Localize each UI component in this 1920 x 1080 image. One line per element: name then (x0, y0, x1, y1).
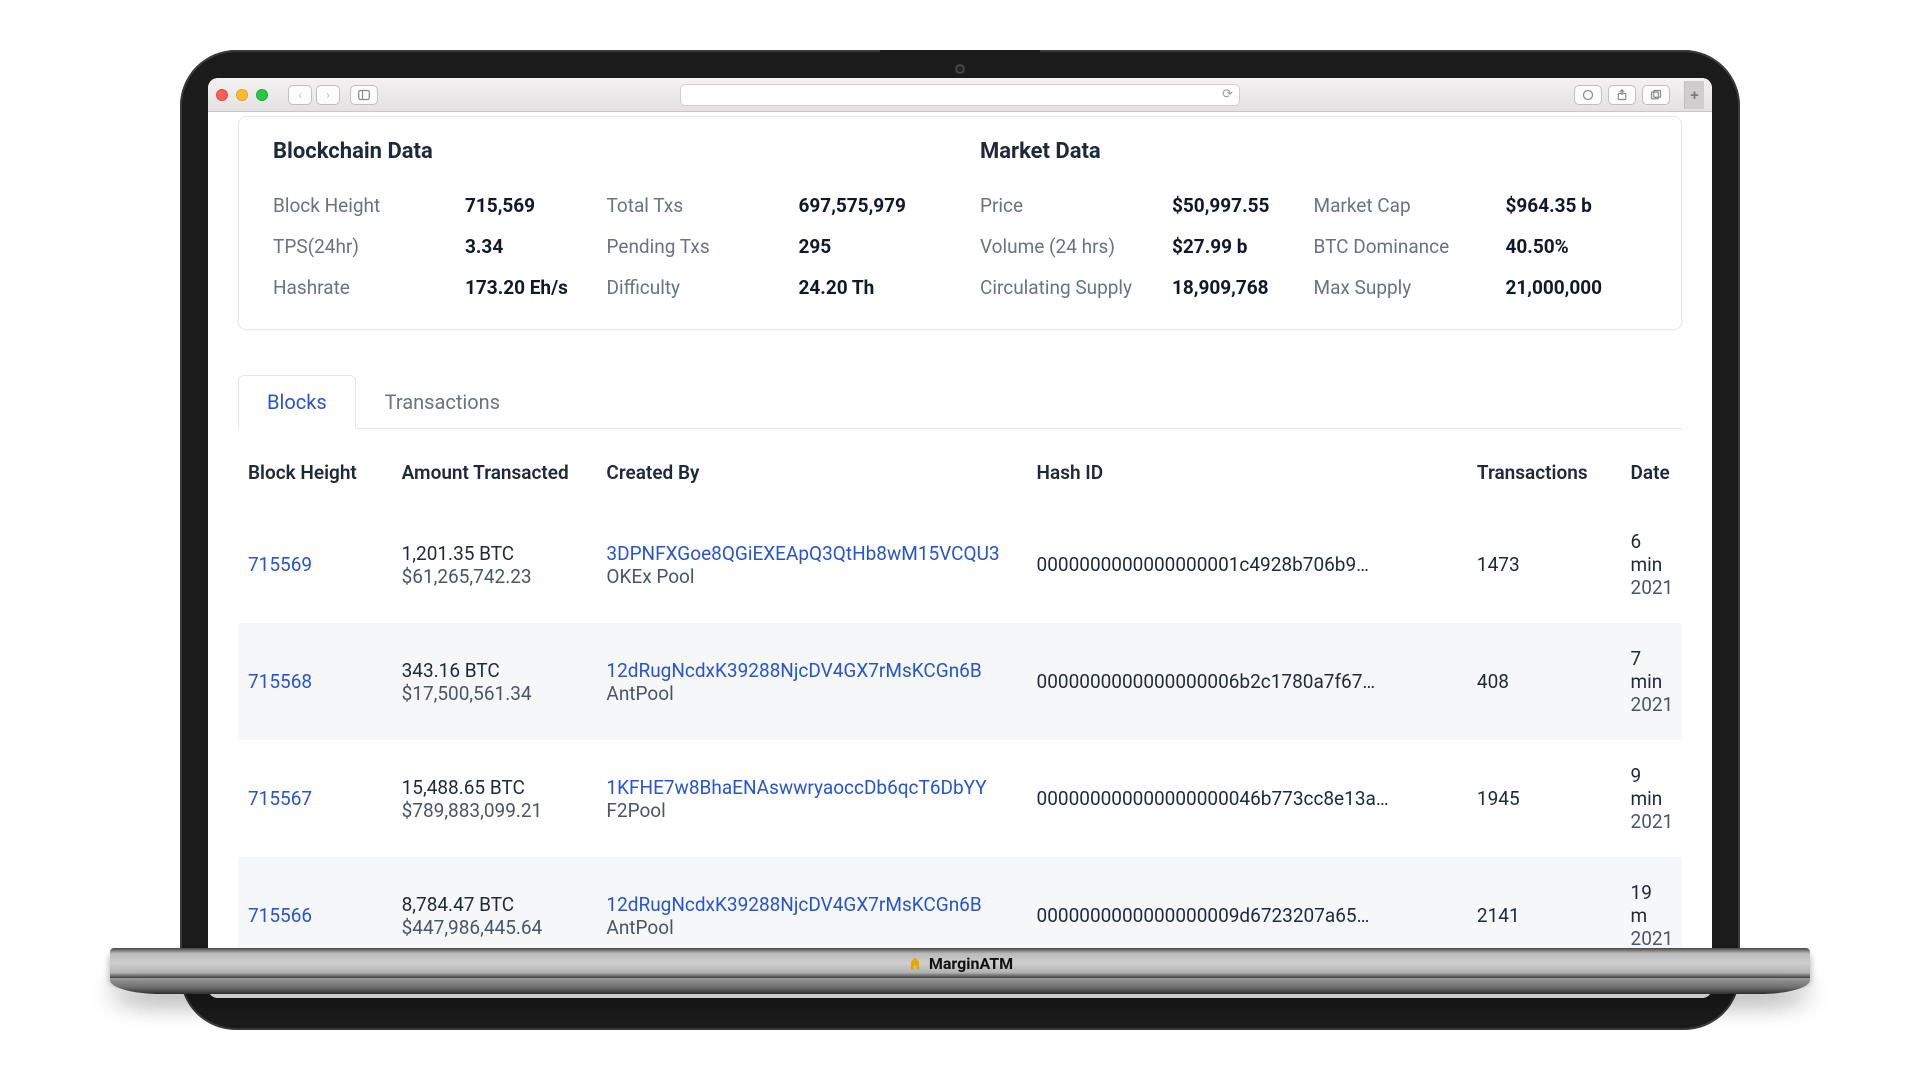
tabs-overview-button[interactable] (1642, 85, 1670, 105)
creator-pool: OKEx Pool (606, 565, 1016, 588)
block-height-link[interactable]: 715569 (248, 553, 312, 576)
col-date: Date (1621, 447, 1682, 506)
amount-btc: 8,784.47 BTC (402, 893, 587, 916)
tx-count: 1473 (1467, 506, 1621, 623)
date-relative: 19 m (1631, 881, 1672, 927)
col-amount-transacted: Amount Transacted (392, 447, 597, 506)
table-row: 715568 343.16 BTC$17,500,561.34 12dRugNcdx… (238, 623, 1682, 740)
creator-address-link[interactable]: 3DPNFXGoe8QGiEXEApQ3QtHb8wM15VCQU3 (606, 542, 1016, 565)
amount-btc: 15,488.65 BTC (402, 776, 587, 799)
hash-id: 0000000000000000009d6723207a65… (1037, 904, 1457, 927)
block-height-link[interactable]: 715567 (248, 787, 312, 810)
metric-value: 3.34 (465, 235, 503, 258)
metric-value: 295 (799, 235, 832, 258)
nav-forward-button[interactable]: › (316, 85, 340, 105)
date-relative: 7 min (1631, 647, 1672, 693)
metric-value: 24.20 Th (799, 276, 875, 299)
date-year: 2021 (1631, 810, 1672, 833)
amount-usd: $61,265,742.23 (402, 565, 587, 588)
metric-label: Total Txs (607, 194, 799, 217)
metric-value: 40.50% (1506, 235, 1569, 258)
page-content: Blockchain Data Block Height715,569 Tota… (208, 112, 1712, 998)
blocks-table: Block Height Amount Transacted Created B… (238, 447, 1682, 974)
amount-btc: 1,201.35 BTC (402, 542, 587, 565)
amount-btc: 343.16 BTC (402, 659, 587, 682)
col-created-by: Created By (596, 447, 1026, 506)
metric-label: TPS(24hr) (273, 235, 465, 258)
metric-label: Difficulty (607, 276, 799, 299)
block-height-link[interactable]: 715568 (248, 670, 312, 693)
block-height-link[interactable]: 715566 (248, 904, 312, 927)
date-relative: 6 min (1631, 530, 1672, 576)
date-relative: 9 min (1631, 764, 1672, 810)
minimize-window-button[interactable] (236, 89, 248, 101)
laptop-base (110, 978, 1810, 994)
metric-label: Max Supply (1314, 276, 1506, 299)
amount-usd: $447,986,445.64 (402, 916, 587, 939)
metric-label: Circulating Supply (980, 276, 1172, 299)
tab-transactions[interactable]: Transactions (356, 375, 529, 429)
creator-address-link[interactable]: 12dRugNcdxK39288NjcDV4GX7rMsKCGn6B (606, 893, 1016, 916)
stats-card: Blockchain Data Block Height715,569 Tota… (238, 116, 1682, 330)
col-hash-id: Hash ID (1027, 447, 1467, 506)
col-block-height: Block Height (238, 447, 392, 506)
metric-value: 715,569 (465, 194, 535, 217)
address-bar[interactable]: ⟳ (680, 84, 1240, 106)
close-window-button[interactable] (216, 89, 228, 101)
market-data-section: Market Data Price$50,997.55 Market Cap$9… (980, 139, 1647, 299)
col-transactions: Transactions (1467, 447, 1621, 506)
creator-pool: F2Pool (606, 799, 1016, 822)
metric-value: $50,997.55 (1172, 194, 1269, 217)
brand-label: MarginATM (907, 954, 1013, 973)
metric-label: Price (980, 194, 1172, 217)
metric-value: $27.99 b (1172, 235, 1247, 258)
date-year: 2021 (1631, 693, 1672, 716)
table-row: 715569 1,201.35 BTC$61,265,742.23 3DPNFXGo… (238, 506, 1682, 623)
creator-address-link[interactable]: 1KFHE7w8BhaENAswwryaoccDb6qcT6DbYY (606, 776, 1016, 799)
hash-id: 0000000000000000001c4928b706b9… (1037, 553, 1457, 576)
blockchain-data-section: Blockchain Data Block Height715,569 Tota… (273, 139, 940, 299)
screen: ‹ › ⟳ (208, 78, 1712, 998)
date-year: 2021 (1631, 576, 1672, 599)
reload-icon[interactable]: ⟳ (1222, 87, 1233, 102)
metric-value: $964.35 b (1506, 194, 1592, 217)
creator-pool: AntPool (606, 916, 1016, 939)
metric-value: 18,909,768 (1172, 276, 1269, 299)
new-tab-button[interactable]: + (1684, 81, 1704, 109)
amount-usd: $17,500,561.34 (402, 682, 587, 705)
metric-label: Volume (24 hrs) (980, 235, 1172, 258)
hash-id: 0000000000000000006b2c1780a7f67… (1037, 670, 1457, 693)
tx-count: 408 (1467, 623, 1621, 740)
metric-value: 173.20 Eh/s (465, 276, 568, 299)
market-data-title: Market Data (980, 139, 1647, 164)
laptop-hinge: MarginATM (110, 948, 1810, 978)
creator-address-link[interactable]: 12dRugNcdxK39288NjcDV4GX7rMsKCGn6B (606, 659, 1016, 682)
hash-id: 000000000000000000046b773cc8e13a… (1037, 787, 1457, 810)
metric-value: 697,575,979 (799, 194, 906, 217)
metric-value: 21,000,000 (1506, 276, 1603, 299)
amount-usd: $789,883,099.21 (402, 799, 587, 822)
fullscreen-window-button[interactable] (256, 89, 268, 101)
window-controls (216, 89, 268, 101)
sidebar-toggle-button[interactable] (350, 85, 378, 105)
nav-back-button[interactable]: ‹ (288, 85, 312, 105)
metric-label: Market Cap (1314, 194, 1506, 217)
metric-label: Block Height (273, 194, 465, 217)
tabs: Blocks Transactions (238, 374, 1682, 429)
browser-toolbar: ‹ › ⟳ (208, 78, 1712, 112)
tab-blocks[interactable]: Blocks (238, 375, 356, 429)
share-button[interactable] (1608, 85, 1636, 105)
blockchain-data-title: Blockchain Data (273, 139, 940, 164)
metric-label: Pending Txs (607, 235, 799, 258)
metric-label: BTC Dominance (1314, 235, 1506, 258)
brand-icon (907, 955, 923, 971)
reader-button[interactable] (1574, 85, 1602, 105)
tx-count: 1945 (1467, 740, 1621, 857)
laptop-camera-icon (955, 64, 965, 74)
creator-pool: AntPool (606, 682, 1016, 705)
date-year: 2021 (1631, 927, 1672, 950)
metric-label: Hashrate (273, 276, 465, 299)
table-row: 715567 15,488.65 BTC$789,883,099.21 1KFHE7… (238, 740, 1682, 857)
laptop-frame: ‹ › ⟳ (180, 50, 1740, 1030)
